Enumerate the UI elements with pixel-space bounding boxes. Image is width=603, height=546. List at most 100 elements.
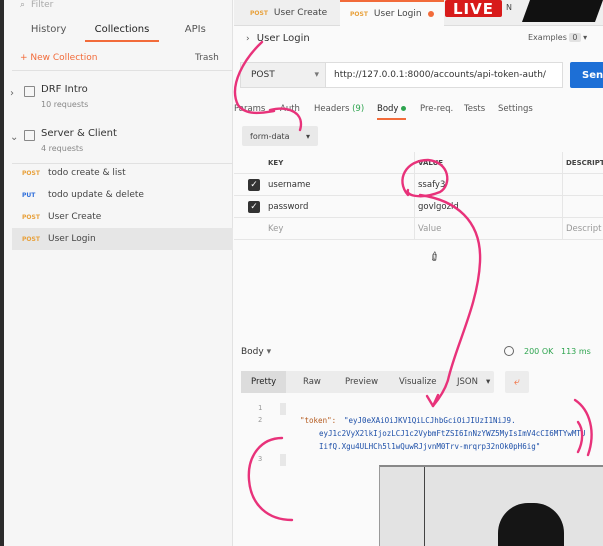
overlay-bar	[521, 0, 603, 22]
request-tab-active[interactable]: POST User Login	[340, 0, 444, 26]
request-title-row: › User Login	[246, 33, 310, 44]
request-item-selected[interactable]: POST User Login	[12, 228, 233, 250]
response-view-tabs: Pretty Raw Preview Visualize JSON ▾	[241, 371, 494, 393]
live-badge: LIVE	[445, 0, 502, 18]
format-select[interactable]: JSON ▾	[447, 371, 500, 393]
tab-auth[interactable]: Auth	[280, 104, 300, 114]
examples-count: 0	[569, 33, 581, 42]
collection-item[interactable]: ⌄ Server & Client 4 requests	[8, 128, 232, 164]
tab-headers[interactable]: Headers (9)	[314, 104, 364, 114]
row-value[interactable]: govlgozld	[418, 196, 459, 218]
tab-tests[interactable]: Tests	[464, 104, 485, 114]
request-name: todo update & delete	[48, 190, 144, 200]
filter-field[interactable]: ⌕ Filter	[20, 0, 53, 10]
line-number: 3	[258, 455, 263, 463]
value-input[interactable]: Value	[418, 218, 441, 240]
method-badge: POST	[22, 169, 40, 177]
method-badge: PUT	[22, 191, 36, 199]
json-value: IifQ.Xgu4ULHCh5l1wQuwRJjvnM0Trv-mrqrp32n…	[319, 442, 541, 451]
response-status: 200 OK	[524, 347, 554, 356]
trash-button[interactable]: Trash	[195, 53, 219, 63]
status-dot-icon	[401, 106, 407, 111]
request-item[interactable]: POST User Create	[12, 206, 233, 228]
fold-marker[interactable]	[280, 454, 286, 466]
request-title[interactable]: User Login	[257, 33, 310, 44]
collection-count: 10 requests	[41, 100, 89, 109]
tab-body[interactable]: Body	[377, 104, 407, 120]
column-divider	[562, 152, 563, 174]
webcam-overlay	[379, 465, 603, 546]
row-key[interactable]: username	[268, 174, 311, 196]
column-divider	[414, 152, 415, 174]
body-mode-select[interactable]: form-data ▾	[242, 126, 318, 146]
request-tab[interactable]: POST User Create	[240, 0, 337, 26]
request-name: User Login	[48, 234, 96, 244]
table-header-row: KEY VALUE DESCRIPTI	[234, 152, 603, 174]
request-item[interactable]: POST todo create & list	[12, 162, 233, 184]
method-value: POST	[251, 70, 275, 80]
table-row-new: Key Value Descript	[234, 218, 603, 240]
tab-params[interactable]: Params	[234, 104, 265, 114]
request-name: todo create & list	[48, 168, 126, 178]
description-input[interactable]: Descript	[566, 218, 601, 240]
row-checkbox[interactable]: ✓	[248, 179, 260, 191]
row-value[interactable]: ssafy3	[418, 174, 445, 196]
key-input[interactable]: Key	[268, 218, 283, 240]
column-divider	[414, 218, 415, 240]
tab-collections[interactable]: Collections	[85, 24, 159, 42]
request-tabs: POST User Create POST User Login LIVE N	[234, 0, 603, 26]
examples-dropdown[interactable]: Examples 0 ▾	[528, 33, 587, 42]
column-divider	[414, 174, 415, 196]
chevron-down-icon: ▾	[314, 70, 319, 80]
tab-pretty[interactable]: Pretty	[241, 371, 287, 393]
sidebar: ⌕ Filter History Collections APIs + New …	[0, 0, 233, 546]
headers-count-badge: (9)	[352, 104, 365, 114]
collection-item[interactable]: › DRF Intro 10 requests	[8, 84, 232, 120]
chevron-down-icon: ▾	[583, 33, 588, 42]
chevron-right-icon[interactable]: ›	[246, 34, 250, 44]
mouse-cursor-icon: ✐	[426, 248, 444, 266]
chevron-down-icon: ▾	[485, 377, 491, 387]
collection-count: 4 requests	[41, 144, 84, 153]
column-header-value: VALUE	[418, 159, 444, 167]
tab-history[interactable]: History	[12, 24, 85, 42]
tab-pre-request[interactable]: Pre-req.	[420, 104, 453, 114]
tab-label: User Create	[273, 8, 328, 18]
chevron-down-icon: ▾	[305, 131, 310, 141]
column-divider	[562, 174, 563, 196]
row-key[interactable]: password	[268, 196, 308, 218]
method-badge: POST	[22, 213, 40, 221]
json-value: eyJ1c2VyX2lkIjozLCJ1c2VybmFtZSI6InNzYWZ5…	[319, 429, 586, 438]
tab-settings[interactable]: Settings	[498, 104, 533, 114]
filter-placeholder[interactable]: Filter	[31, 0, 53, 10]
url-input[interactable]: http://127.0.0.1:8000/accounts/api-token…	[325, 62, 563, 88]
wrap-lines-button[interactable]: ⤶	[505, 371, 529, 393]
body-mode-value: form-data	[250, 131, 290, 141]
collection-icon	[24, 86, 35, 97]
tab-raw[interactable]: Raw	[293, 371, 331, 393]
tab-apis[interactable]: APIs	[159, 24, 232, 42]
column-header-description: DESCRIPTI	[566, 159, 603, 167]
request-name: User Create	[48, 212, 102, 222]
method-select[interactable]: POST ▾	[240, 62, 325, 88]
window-edge	[0, 0, 4, 546]
chevron-down-icon: ⌄	[10, 132, 19, 143]
line-number: 2	[258, 416, 263, 424]
webcam-divider	[424, 467, 425, 546]
method-badge: POST	[350, 10, 368, 18]
unsaved-dot-icon	[427, 11, 434, 17]
response-body-dropdown[interactable]: Body ▾	[241, 347, 271, 357]
row-checkbox[interactable]: ✓	[248, 201, 260, 213]
table-row: ✓ username ssafy3	[234, 174, 603, 196]
column-header-key: KEY	[268, 159, 284, 167]
send-button[interactable]: Send	[570, 62, 603, 88]
chevron-right-icon: ›	[10, 88, 14, 99]
response-bar: Body ▾ 200 OK 113 ms	[234, 342, 603, 362]
tab-preview[interactable]: Preview	[335, 371, 388, 393]
tab-visualize[interactable]: Visualize	[389, 371, 446, 393]
globe-icon[interactable]	[504, 346, 514, 356]
fold-marker[interactable]	[280, 403, 286, 415]
request-item[interactable]: PUT todo update & delete	[12, 184, 233, 206]
column-divider	[562, 196, 563, 218]
new-collection-button[interactable]: + New Collection	[20, 53, 97, 63]
